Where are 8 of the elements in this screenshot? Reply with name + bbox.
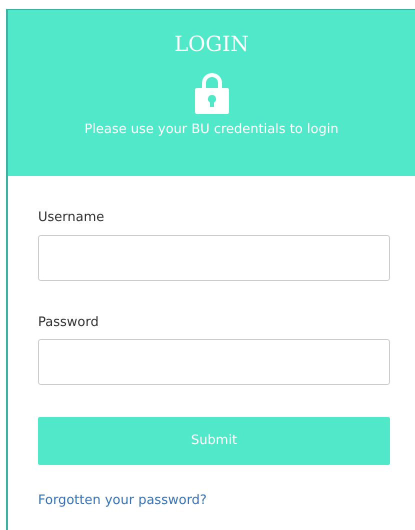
password-field[interactable]: [38, 339, 390, 385]
forgot-password-link[interactable]: Forgotten your password?: [38, 493, 207, 508]
field-label: Password: [38, 314, 100, 332]
login-subtitle: Please use your BU credentials to login: [84, 121, 339, 139]
field-label: Username: [38, 209, 106, 227]
lock-icon: [194, 72, 228, 114]
login-title: LOGIN: [174, 31, 249, 58]
username-field[interactable]: [38, 234, 390, 280]
